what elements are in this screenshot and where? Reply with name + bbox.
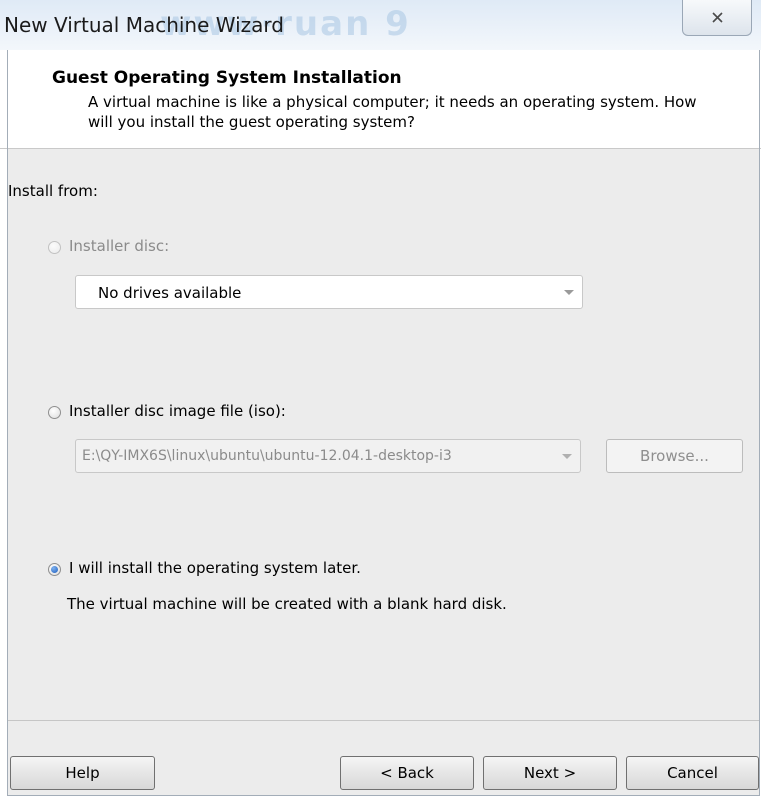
page-title: Guest Operating System Installation <box>52 68 402 88</box>
install-later-label: I will install the operating system late… <box>69 559 361 577</box>
title-bar: www·ruan 9 New Virtual Machine Wizard <box>0 0 761 50</box>
wizard-content: Install from: Installer disc: No drives … <box>8 149 759 720</box>
installer-iso-radio[interactable] <box>48 406 61 419</box>
iso-path-value: E:\QY-IMX6S\linux\ubuntu\ubuntu-12.04.1-… <box>82 448 452 464</box>
close-button[interactable] <box>682 0 752 36</box>
install-later-radio[interactable] <box>48 563 61 576</box>
install-from-label: Install from: <box>8 182 98 200</box>
window-title: New Virtual Machine Wizard <box>4 13 284 37</box>
window-border-left <box>7 50 8 795</box>
page-subtitle: A virtual machine is like a physical com… <box>88 93 697 131</box>
window-border-bottom <box>7 795 760 796</box>
chevron-down-icon <box>562 454 572 459</box>
cancel-button[interactable]: Cancel <box>626 756 759 790</box>
back-button[interactable]: < Back <box>340 756 474 790</box>
installer-iso-label: Installer disc image file (iso): <box>69 402 286 420</box>
wizard-header: Guest Operating System Installation A vi… <box>0 50 761 149</box>
browse-button[interactable]: Browse... <box>606 439 743 473</box>
chevron-down-icon <box>564 290 574 295</box>
disc-drive-value: No drives available <box>98 284 242 302</box>
close-icon <box>711 12 723 23</box>
wizard-footer: Help < Back Next > Cancel <box>8 720 759 795</box>
installer-disc-radio[interactable] <box>48 241 61 254</box>
help-button[interactable]: Help <box>10 756 155 790</box>
next-button[interactable]: Next > <box>483 756 617 790</box>
disc-drive-select[interactable]: No drives available <box>75 275 583 309</box>
window-border-right <box>759 50 760 795</box>
iso-path-select[interactable]: E:\QY-IMX6S\linux\ubuntu\ubuntu-12.04.1-… <box>75 439 581 473</box>
install-later-note: The virtual machine will be created with… <box>67 595 507 613</box>
installer-disc-label: Installer disc: <box>69 237 170 255</box>
